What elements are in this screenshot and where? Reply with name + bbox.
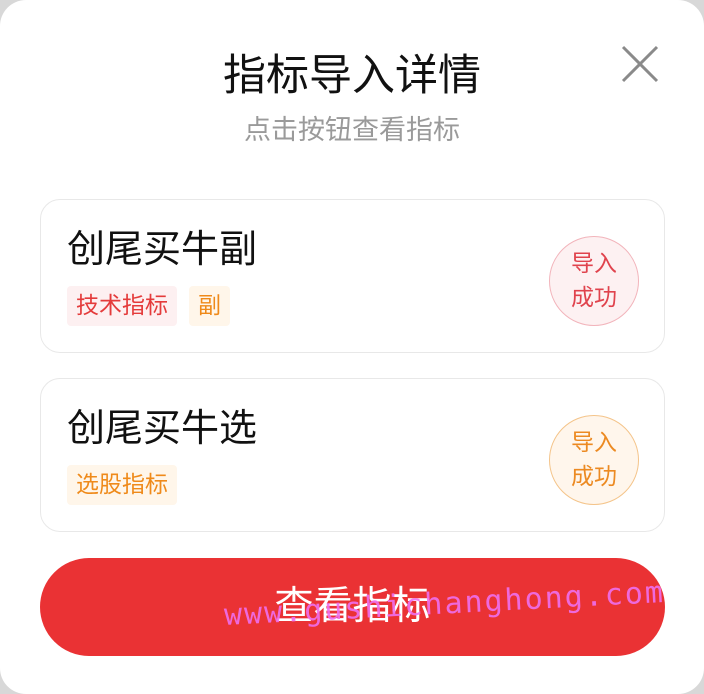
indicator-type-tag: 选股指标 <box>67 465 177 505</box>
indicator-card: 创尾买牛选 选股指标 导入 成功 <box>40 378 665 532</box>
dialog-subtitle: 点击按钮查看指标 <box>244 115 460 146</box>
stamp-line-2: 成功 <box>571 464 617 490</box>
import-success-stamp: 导入 成功 <box>549 236 639 326</box>
indicator-card: 创尾买牛副 技术指标 副 导入 成功 <box>40 199 665 353</box>
indicator-subtype-tag: 副 <box>189 286 230 326</box>
indicator-name: 创尾买牛副 <box>67 227 258 271</box>
import-success-stamp: 导入 成功 <box>549 415 639 505</box>
dialog-title: 指标导入详情 <box>223 51 481 101</box>
stamp-line-2: 成功 <box>571 285 617 311</box>
indicator-tags: 选股指标 <box>67 465 177 505</box>
indicator-tags: 技术指标 副 <box>67 286 230 326</box>
stamp-line-1: 导入 <box>571 251 617 277</box>
stamp-line-1: 导入 <box>571 430 617 456</box>
indicator-name: 创尾买牛选 <box>67 406 258 450</box>
import-details-dialog: 指标导入详情 点击按钮查看指标 创尾买牛副 技术指标 副 导入 成功 创尾买牛选… <box>0 0 704 694</box>
indicator-type-tag: 技术指标 <box>67 286 177 326</box>
